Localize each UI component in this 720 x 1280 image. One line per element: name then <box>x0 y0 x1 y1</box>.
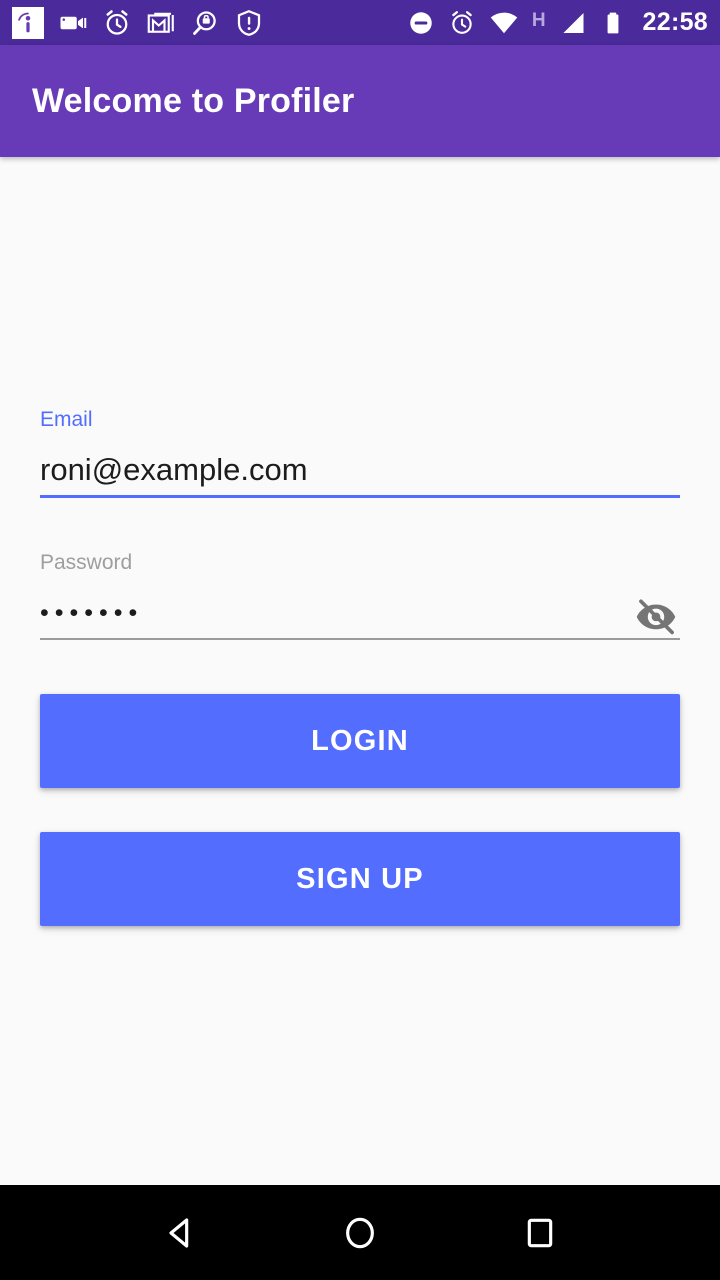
app-bar: Welcome to Profiler <box>0 45 720 157</box>
password-input-row[interactable]: ••••••• <box>40 588 680 638</box>
status-bar: H 22:58 <box>0 0 720 45</box>
status-bar-system-icons: H 22:58 <box>407 8 708 38</box>
nav-recents-button[interactable] <box>505 1198 575 1268</box>
alarm-icon <box>102 8 132 38</box>
do-not-disturb-icon <box>407 9 435 37</box>
login-button[interactable]: LOGIN <box>40 694 680 788</box>
field-spacer <box>40 508 680 550</box>
email-underline <box>40 495 680 498</box>
videocam-icon <box>58 8 88 38</box>
email-input-row[interactable]: roni@example.com <box>40 445 680 495</box>
visibility-off-icon[interactable] <box>632 592 680 640</box>
battery-icon <box>600 10 626 36</box>
status-bar-clock: 22:58 <box>642 8 708 36</box>
button-spacer-top <box>40 650 680 694</box>
password-underline <box>40 638 680 640</box>
alarm-set-icon <box>448 9 476 37</box>
password-label: Password <box>40 551 133 574</box>
signup-button[interactable]: SIGN UP <box>40 832 680 926</box>
search-bag-icon <box>190 8 220 38</box>
info-icon <box>12 6 44 39</box>
page-title: Welcome to Profiler <box>32 81 355 120</box>
nav-back-button[interactable] <box>145 1198 215 1268</box>
signup-button-label: SIGN UP <box>296 862 424 895</box>
email-field-container[interactable]: Email roni@example.com <box>40 407 680 498</box>
email-label: Email <box>40 408 93 431</box>
nav-home-button[interactable] <box>325 1198 395 1268</box>
password-input[interactable]: ••••••• <box>40 592 632 638</box>
wifi-icon <box>489 8 519 38</box>
email-input[interactable]: roni@example.com <box>40 449 680 495</box>
status-bar-notification-icons <box>12 6 264 39</box>
android-navigation-bar <box>0 1185 720 1280</box>
login-button-label: LOGIN <box>311 724 409 757</box>
password-field-container[interactable]: Password ••••••• <box>40 550 680 640</box>
security-warning-icon <box>234 8 264 38</box>
phone-screen: H 22:58 Welcome to Profiler Email roni@e… <box>0 0 720 1280</box>
button-spacer-middle <box>40 788 680 832</box>
login-form: Email roni@example.com Password ••••••• <box>40 407 680 926</box>
gmail-icon <box>146 8 176 38</box>
main-content: Email roni@example.com Password ••••••• <box>0 157 720 1185</box>
network-type-label: H <box>531 9 546 31</box>
cell-signal-icon <box>559 9 587 37</box>
